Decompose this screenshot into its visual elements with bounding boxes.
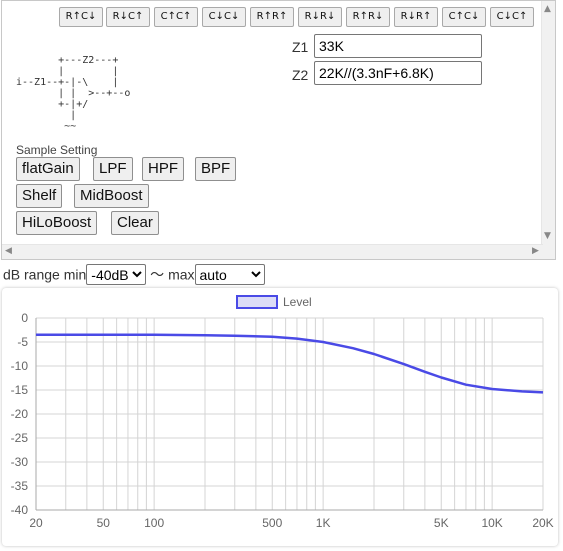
x-tick-label: 100: [144, 516, 164, 530]
scroll-right-icon[interactable]: ▶: [532, 246, 539, 256]
db-min-select[interactable]: -40dB: [86, 264, 147, 285]
level-series-line: [36, 333, 544, 394]
x-tick-label: 10K: [481, 516, 502, 530]
sample-setting-label: Sample Setting: [16, 143, 98, 157]
y-tick-label: -20: [11, 407, 29, 421]
x-tick-label: 500: [262, 516, 282, 530]
hiloboost-button[interactable]: HiLoBoost: [16, 211, 98, 235]
frequency-response-chart: 0 -5 -10 -15 -20 -25 -30 -35 -40 20 50 100 500 1K 5K 10…: [2, 288, 558, 546]
preset-button-4[interactable]: C↓C↓: [202, 7, 246, 27]
scroll-down-icon[interactable]: ▼: [544, 231, 551, 241]
hpf-button[interactable]: HPF: [142, 157, 184, 181]
y-tick-label: -15: [11, 383, 29, 397]
preset-button-2[interactable]: R↓C↑: [106, 7, 150, 27]
scrollbar-corner: [542, 245, 555, 259]
clear-button[interactable]: Clear: [111, 211, 159, 235]
z2-label: Z2: [292, 67, 309, 83]
preset-button-8[interactable]: R↓R↑: [394, 7, 438, 27]
scroll-left-icon[interactable]: ◀: [5, 246, 12, 256]
preset-button-7[interactable]: R↑R↓: [346, 7, 390, 27]
preset-button-6[interactable]: R↓R↓: [298, 7, 342, 27]
db-max-label: max: [168, 266, 195, 283]
vertical-scrollbar[interactable]: ▲ ▼: [541, 1, 555, 246]
y-tick-label: -40: [11, 503, 29, 517]
y-tick-label: -35: [11, 479, 29, 493]
x-tick-label: 5K: [434, 516, 449, 530]
z1-label: Z1: [292, 39, 309, 55]
horizontal-scrollbar[interactable]: ◀ ▶: [2, 244, 543, 259]
db-max-select[interactable]: auto: [194, 264, 265, 285]
x-tick-label: 20: [29, 516, 43, 530]
y-tick-label: -10: [11, 359, 29, 373]
x-tick-label: 20K: [532, 516, 553, 530]
z2-input[interactable]: [314, 61, 482, 85]
y-tick-label: -5: [17, 335, 28, 349]
preset-button-5[interactable]: R↑R↑: [250, 7, 294, 27]
y-tick-label: -30: [11, 455, 29, 469]
lpf-button[interactable]: LPF: [93, 157, 133, 181]
scroll-up-icon[interactable]: ▲: [544, 4, 551, 14]
y-tick-label: -25: [11, 431, 29, 445]
legend-label: Level: [283, 295, 312, 309]
preset-button-1[interactable]: R↑C↓: [59, 7, 103, 27]
preset-button-10[interactable]: C↓C↑: [490, 7, 534, 27]
range-separator: 〜: [150, 266, 165, 283]
flatgain-button[interactable]: flatGain: [16, 157, 80, 181]
midboost-button[interactable]: MidBoost: [74, 184, 149, 208]
bpf-button[interactable]: BPF: [195, 157, 237, 181]
preset-button-3[interactable]: C↑C↑: [154, 7, 198, 27]
circuit-diagram: +---Z2---+ | | i--Z1--+-|-\ | | | >--+--…: [16, 55, 131, 132]
filter-settings-panel: R↑C↓ R↓C↑ C↑C↑ C↓C↓ R↑R↑ R↓R↓ R↑R↓ R↓R↑ C↑C↓ C↓C↑…: [1, 0, 556, 260]
frequency-response-svg: 0 -5 -10 -15 -20 -25 -30 -35 -4020 50 100 500 1K 5K 10…: [11, 295, 554, 530]
x-tick-label: 50: [97, 516, 111, 530]
legend-swatch: [236, 295, 278, 309]
shelf-button[interactable]: Shelf: [16, 184, 63, 208]
x-tick-label: 1K: [316, 516, 331, 530]
y-tick-label: 0: [21, 311, 28, 325]
preset-button-9[interactable]: C↑C↓: [442, 7, 486, 27]
db-range-row: dB range min -40dB 〜 max auto: [3, 264, 265, 286]
z1-input[interactable]: [314, 34, 482, 58]
db-range-label: dB range min: [3, 266, 87, 283]
